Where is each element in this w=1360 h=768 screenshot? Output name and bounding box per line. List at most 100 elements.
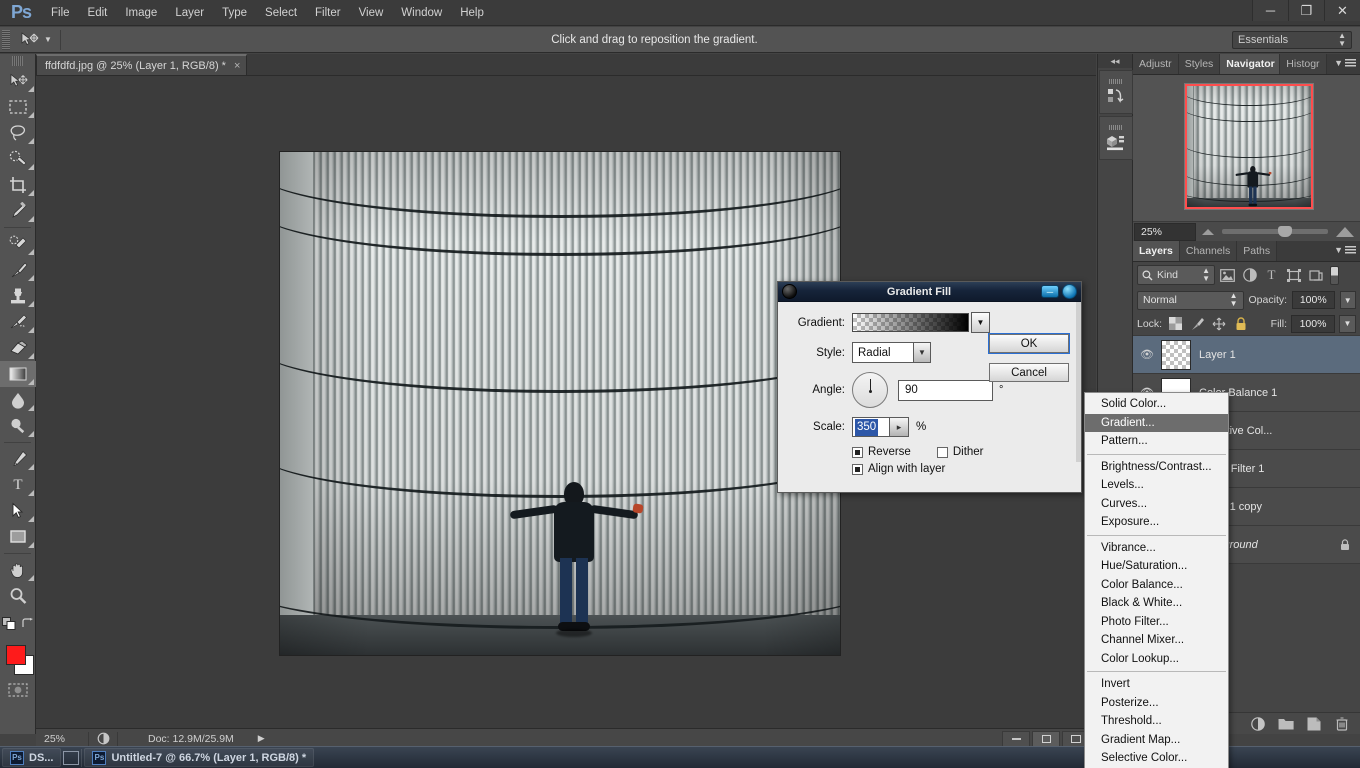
filter-toggle-switch[interactable] (1330, 265, 1339, 285)
tool-preset-chevron-down-icon[interactable]: ▼ (44, 35, 52, 44)
navigator-view-box[interactable] (1185, 84, 1313, 209)
new-adjustment-icon[interactable] (1250, 716, 1266, 732)
preview-proxy-icon[interactable] (89, 732, 117, 745)
navigator-panel-menu-icon[interactable]: ▼ (1334, 58, 1356, 68)
layers-panel-menu-icon[interactable]: ▼ (1334, 245, 1356, 255)
menu-item-color-balance[interactable]: Color Balance... (1085, 576, 1228, 595)
dialog-close-button[interactable] (1062, 284, 1077, 299)
dialog-minimize-button[interactable]: ─ (1041, 285, 1059, 298)
tab-paths[interactable]: Paths (1237, 241, 1278, 261)
tab-styles[interactable]: Styles (1178, 54, 1221, 74)
history-panel-icon[interactable] (1099, 70, 1133, 114)
menu-item-curves[interactable]: Curves... (1085, 495, 1228, 514)
menu-window[interactable]: Window (392, 3, 451, 23)
adjustment-filter-icon[interactable] (1240, 266, 1259, 285)
tab-adjustments[interactable]: Adjustr (1133, 54, 1179, 74)
quick-selection-tool[interactable] (0, 146, 36, 172)
menu-select[interactable]: Select (256, 3, 306, 23)
dialog-title-bar[interactable]: Gradient Fill ─ (778, 282, 1081, 302)
menu-item-gradient-map[interactable]: Gradient Map... (1085, 731, 1228, 750)
angle-input[interactable]: 90 (898, 379, 993, 401)
blur-tool[interactable] (0, 387, 36, 413)
smartobject-filter-icon[interactable] (1306, 266, 1325, 285)
zoom-slider-track[interactable] (1222, 229, 1328, 234)
zoom-out-icon[interactable] (1202, 228, 1214, 235)
filter-kind-select[interactable]: Kind ▲ ▼ (1137, 265, 1215, 285)
menu-item-brightness-contrast[interactable]: Brightness/Contrast... (1085, 458, 1228, 477)
shape-filter-icon[interactable] (1284, 266, 1303, 285)
blend-mode-select[interactable]: Normal ▲ ▼ (1137, 290, 1244, 310)
default-colors-icon[interactable] (1, 616, 16, 630)
path-selection-tool[interactable] (0, 498, 36, 524)
crop-tool[interactable] (0, 172, 36, 198)
zoom-in-icon[interactable] (1336, 226, 1354, 237)
spot-healing-brush-tool[interactable] (0, 231, 36, 257)
menu-item-pattern[interactable]: Pattern... (1085, 432, 1228, 451)
dither-checkbox[interactable] (936, 446, 948, 458)
menu-item-selective-color[interactable]: Selective Color... (1085, 749, 1228, 768)
menu-item-channel-mixer[interactable]: Channel Mixer... (1085, 631, 1228, 650)
hand-tool[interactable] (0, 557, 36, 583)
foreground-color-swatch[interactable] (6, 645, 26, 665)
lock-transparent-icon[interactable] (1166, 315, 1184, 333)
dialog-scrollbar[interactable] (1076, 302, 1081, 462)
horizontal-type-tool[interactable]: T (0, 472, 36, 498)
menu-view[interactable]: View (350, 3, 393, 23)
navigator-zoom-slider[interactable] (1196, 226, 1360, 237)
taskbar-item-ds[interactable]: Ps DS... (2, 748, 62, 767)
lock-position-icon[interactable] (1210, 315, 1228, 333)
document-tab[interactable]: ffdfdfd.jpg @ 25% (Layer 1, RGB/8) * × (36, 54, 248, 75)
taskbar-item-untitled7[interactable]: Ps Untitled-7 @ 66.7% (Layer 1, RGB/8) * (84, 748, 315, 767)
eyedropper-tool[interactable] (0, 198, 36, 224)
pixel-filter-icon[interactable] (1218, 266, 1237, 285)
tools-panel-grip[interactable] (12, 56, 23, 66)
taskbar-restore-icon[interactable] (63, 750, 80, 765)
dialog-system-icon[interactable] (782, 284, 797, 299)
style-select-value[interactable]: Radial (852, 342, 914, 363)
menu-item-invert[interactable]: Invert (1085, 675, 1228, 694)
fill-value[interactable]: 100% (1291, 314, 1335, 333)
tab-layers[interactable]: Layers (1133, 241, 1180, 261)
type-filter-icon[interactable]: T (1262, 266, 1281, 285)
new-group-icon[interactable] (1278, 716, 1294, 732)
menu-item-solid-color[interactable]: Solid Color... (1085, 395, 1228, 414)
layer-thumbnail[interactable] (1161, 339, 1191, 370)
delete-layer-icon[interactable] (1334, 716, 1350, 732)
ok-button[interactable]: OK (988, 333, 1070, 354)
opacity-chevron-down-icon[interactable]: ▼ (1339, 291, 1356, 309)
tab-channels[interactable]: Channels (1179, 241, 1238, 261)
eraser-tool[interactable] (0, 335, 36, 361)
brush-tool[interactable] (0, 257, 36, 283)
menu-item-levels[interactable]: Levels... (1085, 476, 1228, 495)
minimize-button[interactable]: ─ (1252, 0, 1288, 21)
tab-histogram[interactable]: Histogr (1280, 54, 1327, 74)
cancel-button[interactable]: Cancel (989, 363, 1069, 382)
reverse-checkbox[interactable] (852, 446, 863, 458)
gradient-preview-swatch[interactable] (852, 313, 969, 332)
navigator-thumbnail[interactable] (1184, 83, 1314, 210)
swap-colors-icon[interactable] (21, 617, 34, 629)
new-layer-icon[interactable] (1306, 716, 1322, 732)
clone-stamp-tool[interactable] (0, 283, 36, 309)
angle-dial[interactable] (852, 372, 888, 408)
table-row[interactable]: 👁 Layer 1 (1133, 336, 1360, 374)
menu-help[interactable]: Help (451, 3, 493, 23)
history-brush-tool[interactable] (0, 309, 36, 335)
menu-item-posterize[interactable]: Posterize... (1085, 694, 1228, 713)
lock-image-icon[interactable] (1188, 315, 1206, 333)
opacity-value[interactable]: 100% (1292, 291, 1335, 309)
status-menu-arrow-icon[interactable]: ▶ (258, 733, 265, 744)
doc-minimize-button[interactable] (1002, 731, 1030, 747)
tab-navigator[interactable]: Navigator (1220, 54, 1281, 74)
menu-type[interactable]: Type (213, 3, 256, 23)
dodge-tool[interactable] (0, 413, 36, 439)
menu-image[interactable]: Image (116, 3, 166, 23)
menu-edit[interactable]: Edit (79, 3, 117, 23)
menu-item-hue-saturation[interactable]: Hue/Saturation... (1085, 557, 1228, 576)
scale-chevron-icon[interactable]: ▸ (890, 417, 909, 437)
lasso-tool[interactable] (0, 120, 36, 146)
menu-item-color-lookup[interactable]: Color Lookup... (1085, 650, 1228, 669)
image-canvas[interactable] (280, 152, 840, 655)
close-button[interactable]: ✕ (1324, 0, 1360, 21)
lock-all-icon[interactable] (1232, 315, 1250, 333)
